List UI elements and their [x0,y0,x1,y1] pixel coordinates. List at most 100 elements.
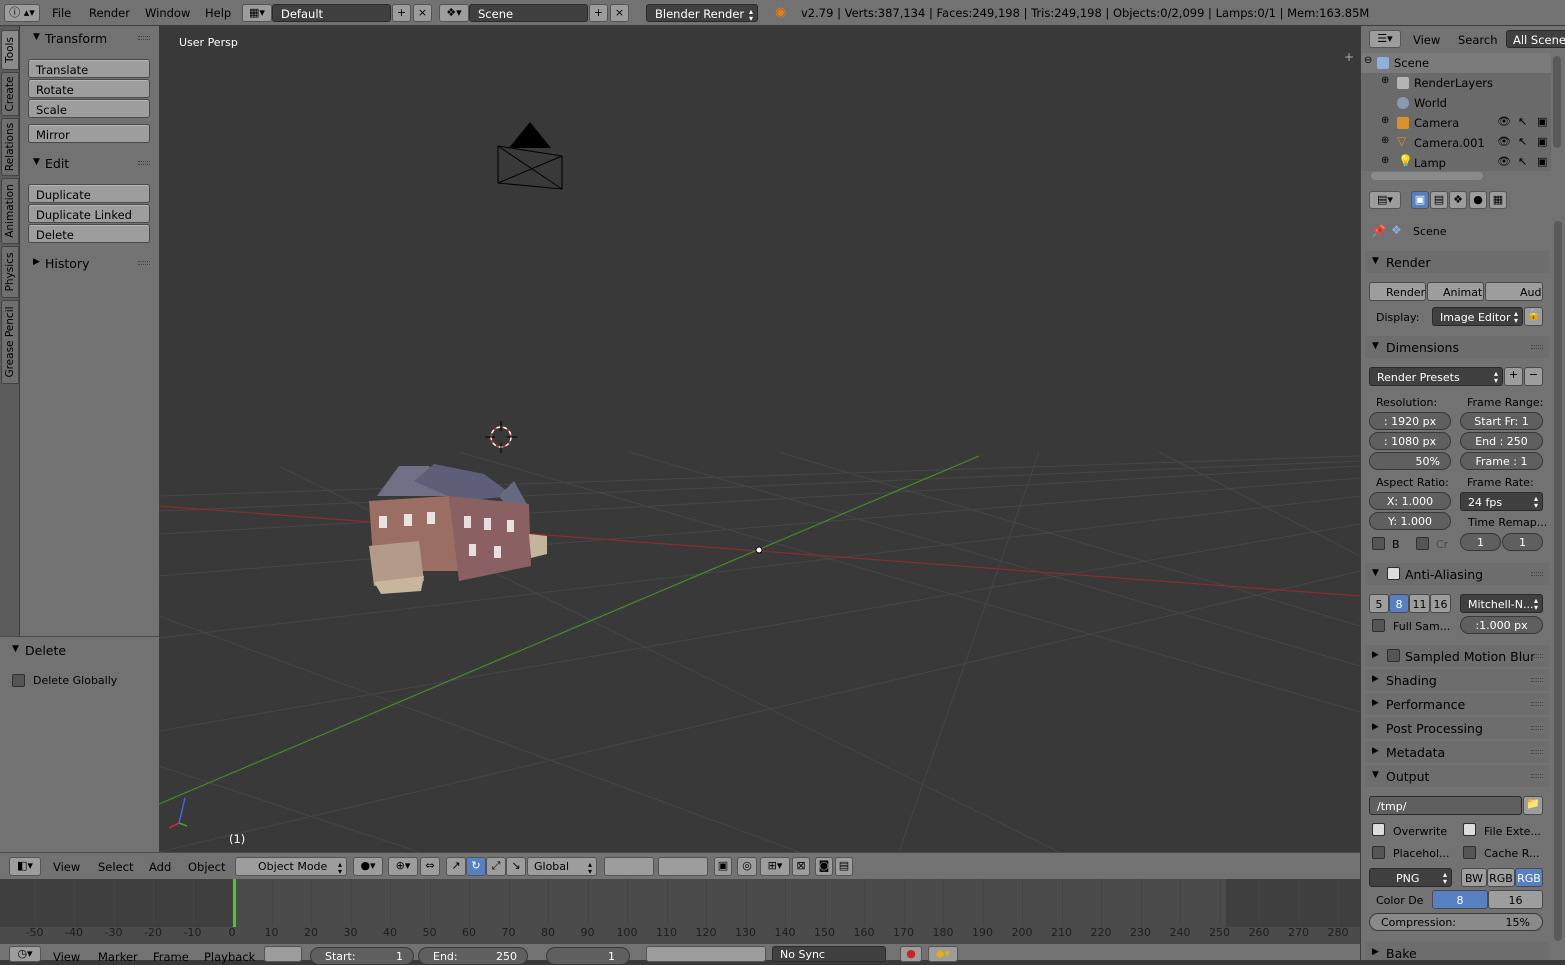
manipulator-extra-icon[interactable]: ↘ [506,857,526,876]
add-layout-icon[interactable]: + [392,4,411,22]
end-frame-prop-field[interactable]: End : 250 [1460,432,1543,450]
viewport-scene[interactable] [159,26,1360,852]
layout-select[interactable]: Default [272,4,391,22]
selectable-arrow-icon[interactable]: ↖ [1518,155,1527,168]
drag-grip-icon[interactable] [1531,750,1543,754]
output-path-field[interactable]: /tmp/ [1369,796,1522,815]
scene-icon[interactable]: ❖▾ [439,4,469,22]
layer-buttons-a[interactable] [604,857,654,876]
drag-grip-icon[interactable] [1531,678,1543,682]
render-still-button[interactable]: Render [1369,282,1426,301]
drag-grip-icon[interactable] [138,36,150,40]
cache-result-checkbox[interactable] [1463,846,1476,859]
drag-grip-icon[interactable] [138,261,150,265]
remove-scene-icon[interactable]: × [610,4,629,22]
outliner-display-mode-select[interactable]: All Scenes [1506,30,1565,48]
outliner-editor-type-icon[interactable]: ☰▾ [1369,30,1401,48]
opengl-render-icon[interactable]: ◙ [815,857,833,876]
output-panel-header[interactable]: ▼ Output [1365,765,1549,787]
pin-icon[interactable]: 📌 [1371,224,1386,238]
drag-grip-icon[interactable] [1531,702,1543,706]
object-mode-select[interactable]: Object Mode ▴ ▾ [235,857,347,876]
info-editor-type-button[interactable]: ⓘ ▴▾ [4,4,40,22]
file-format-select[interactable]: PNG ▴ ▾ [1369,868,1452,887]
add-preset-icon[interactable]: + [1504,367,1523,386]
rotate-button[interactable]: Rotate [28,79,150,98]
aa-samples-16[interactable]: 16 [1430,594,1451,613]
visibility-eye-icon[interactable]: 👁 [1497,115,1511,128]
color-depth-16[interactable]: 16 [1488,890,1543,909]
scene-context-icon[interactable]: ❖ [1449,191,1467,209]
shading-panel-header[interactable]: ▶ Shading [1365,669,1549,691]
overwrite-checkbox[interactable] [1372,823,1385,836]
resolution-y-field[interactable]: : 1080 px [1369,432,1451,450]
aspect-x-field[interactable]: X: 1.000 [1369,492,1451,510]
drag-grip-icon[interactable] [1531,774,1543,778]
menu-add[interactable]: Add [149,860,171,874]
proportional-edit-icon[interactable]: ◎ [737,857,757,876]
transform-panel-header[interactable]: ▼ Transform [20,28,159,48]
outliner-h-scrollbar[interactable] [1371,172,1483,180]
manipulator-translate-icon[interactable]: ↗ [446,857,466,876]
anti-aliasing-checkbox[interactable] [1387,567,1400,580]
manipulator-toggle-icon[interactable]: ⇔ [420,857,440,876]
render-panel-header[interactable]: ▼ Render [1365,251,1549,273]
color-mode-rgba[interactable]: RGB [1515,868,1543,887]
outliner-scrollbar[interactable] [1553,56,1561,148]
tab-create[interactable]: Create [1,72,19,116]
menu-object[interactable]: Object [188,860,225,874]
timeline-editor[interactable]: -50 -40 -30 -20 -10 0 10 20 30 40 50 60 70 80 90 100 110… [0,879,1360,943]
render-audio-button[interactable]: Audio [1485,282,1543,301]
expand-icon[interactable]: ⊕ [1381,115,1389,126]
add-scene-icon[interactable]: + [589,4,608,22]
3d-cursor[interactable] [485,421,517,453]
anti-aliasing-panel-header[interactable]: ▼ Anti-Aliasing [1365,563,1549,585]
menu-help[interactable]: Help [205,6,231,20]
start-frame-field[interactable]: Start: 1 [310,947,414,965]
expand-icon[interactable]: ⊖ [1364,55,1372,66]
performance-panel-header[interactable]: ▶ Performance [1365,693,1549,715]
drag-grip-icon[interactable] [1531,572,1543,576]
tab-grease-pencil[interactable]: Grease Pencil [1,300,19,384]
timeline-menu-playback[interactable]: Playback [204,950,255,964]
outliner-row-camera[interactable]: ⊕ Camera 👁 ↖ ▣ [1361,113,1551,133]
layer-buttons-b[interactable] [658,857,708,876]
world-context-icon[interactable]: ● [1469,191,1487,209]
visibility-eye-icon[interactable]: 👁 [1497,155,1511,168]
delete-button[interactable]: Delete [28,224,150,243]
motion-blur-checkbox[interactable] [1387,649,1400,662]
outliner-row-scene[interactable]: ⊖ Scene [1361,53,1551,73]
lock-interface-icon[interactable]: 🔒 [1524,307,1543,326]
start-frame-prop-field[interactable]: Start Fr: 1 [1460,412,1543,430]
current-frame-field[interactable]: 1 [546,947,630,965]
tab-physics[interactable]: Physics [1,246,19,298]
pivot-point-icon[interactable]: ⊕▾ [388,857,418,876]
edit-panel-header[interactable]: ▼ Edit [20,153,159,173]
color-mode-rgb[interactable]: RGB [1487,868,1515,887]
manipulator-scale-icon[interactable]: ⤢ [486,857,506,876]
delete-globally-checkbox[interactable] [12,674,25,687]
full-sample-checkbox[interactable] [1372,619,1385,632]
properties-toggle-icon[interactable]: + [1344,50,1354,64]
render-layers-context-icon[interactable]: ▤ [1430,191,1448,209]
aa-samples-11[interactable]: 11 [1409,594,1430,613]
properties-editor-type-icon[interactable]: ▤▾ [1369,191,1401,209]
drag-grip-icon[interactable] [1531,654,1543,658]
outliner-row-world[interactable]: World [1361,93,1551,113]
duplicate-button[interactable]: Duplicate [28,184,150,203]
timeline-menu-frame[interactable]: Frame [153,950,189,964]
viewport-shading-icon[interactable]: ●▾ [353,857,383,876]
metadata-panel-header[interactable]: ▶ Metadata [1365,741,1549,763]
aa-filter-select[interactable]: Mitchell-N... ▴ ▾ [1460,594,1543,613]
lock-camera-icon[interactable]: ▣ [714,857,732,876]
camera-object[interactable] [497,122,563,190]
outliner-row-camera-001[interactable]: ⊕ ▽ Camera.001 👁 ↖ ▣ [1361,133,1551,153]
snap-target-icon[interactable]: ⊠ [792,857,810,876]
filter-size-field[interactable]: :1.000 px [1460,616,1543,634]
duplicate-linked-button[interactable]: Duplicate Linked [28,204,150,223]
aspect-y-field[interactable]: Y: 1.000 [1369,512,1451,530]
compression-slider[interactable]: Compression: 15% [1369,913,1543,931]
tab-tools[interactable]: Tools [1,30,19,70]
expand-icon[interactable]: ⊕ [1381,135,1389,146]
aa-samples-8[interactable]: 8 [1389,594,1409,613]
